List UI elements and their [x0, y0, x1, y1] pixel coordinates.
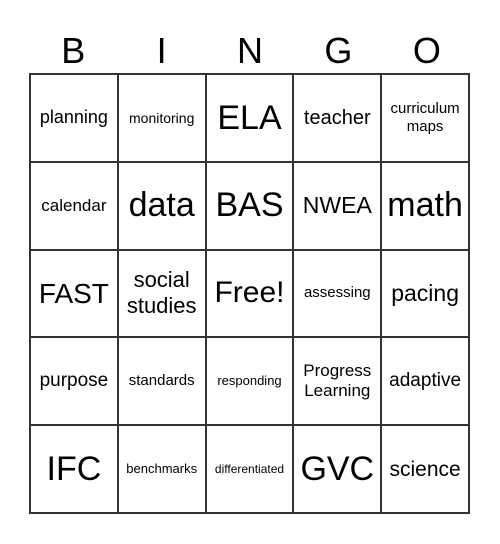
- bingo-cell[interactable]: math: [381, 161, 469, 250]
- bingo-cell[interactable]: pacing: [381, 249, 469, 338]
- header-letter: N: [237, 30, 264, 71]
- bingo-cell[interactable]: IFC: [30, 425, 118, 513]
- bingo-cell[interactable]: Progress Learning: [293, 337, 382, 426]
- bingo-cell[interactable]: NWEA: [293, 161, 382, 250]
- header-letter: B: [61, 30, 86, 71]
- bingo-header: BINGO: [29, 28, 471, 73]
- bingo-cell[interactable]: assessing: [293, 249, 382, 338]
- bingo-cell[interactable]: teacher: [293, 74, 382, 162]
- header-letter: O: [412, 30, 441, 71]
- bingo-cell[interactable]: differentiated: [205, 425, 294, 513]
- bingo-cell[interactable]: benchmarks: [117, 425, 206, 513]
- bingo-cell[interactable]: BAS: [205, 161, 294, 250]
- bingo-cell[interactable]: responding: [205, 337, 294, 426]
- bingo-cell[interactable]: social studies: [117, 249, 206, 338]
- bingo-cell[interactable]: FAST: [30, 249, 118, 338]
- bingo-cell[interactable]: science: [381, 425, 469, 513]
- bingo-grid: planning monitoring ELA teacher curriculum m…: [29, 73, 470, 514]
- bingo-cell[interactable]: data: [117, 161, 206, 250]
- bingo-cell[interactable]: curriculum maps: [381, 74, 469, 162]
- header-letter: G: [324, 30, 353, 71]
- bingo-cell[interactable]: monitoring: [117, 74, 206, 162]
- bingo-cell[interactable]: standards: [117, 337, 206, 426]
- header-letter: I: [156, 30, 167, 71]
- bingo-cell[interactable]: planning: [30, 74, 118, 162]
- bingo-cell[interactable]: GVC: [293, 425, 382, 513]
- bingo-cell[interactable]: calendar: [30, 161, 118, 250]
- bingo-cell[interactable]: purpose: [30, 337, 118, 426]
- free-space-cell[interactable]: Free!: [205, 249, 294, 338]
- bingo-cell[interactable]: ELA: [205, 74, 294, 162]
- bingo-cell[interactable]: adaptive: [381, 337, 469, 426]
